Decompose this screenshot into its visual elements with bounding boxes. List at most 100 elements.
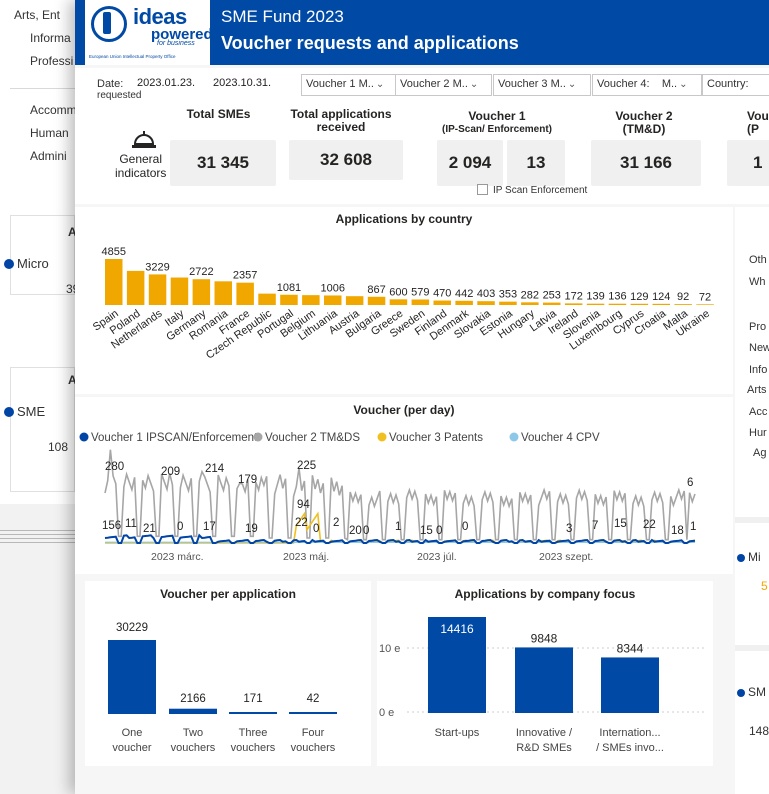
country-bar-label: 403	[477, 288, 495, 300]
total-applications-value: 32 608	[289, 140, 403, 180]
voucher-per-day-panel: Voucher (per day) Voucher 1 IPSCAN/Enfor…	[75, 397, 733, 574]
country-bar-label: 1006	[321, 282, 345, 294]
country-bar	[630, 303, 649, 305]
x-tick-label: voucher	[112, 742, 151, 754]
country-bar	[170, 277, 189, 305]
x-tick-label: Three	[239, 727, 268, 739]
bg-card-value: 108	[48, 440, 69, 454]
voucher2-label: Voucher 2 (TM&D)	[615, 109, 673, 136]
x-tick-label: One	[122, 727, 143, 739]
country-bar	[345, 296, 364, 305]
x-tick-label: 2023 máj.	[283, 551, 329, 563]
chevron-down-icon: ⌄	[679, 79, 688, 90]
bar-value-label: 171	[243, 693, 262, 705]
country-bar-label: 92	[677, 291, 689, 303]
bar-value-label: 42	[307, 693, 320, 705]
focus-bar	[515, 647, 573, 713]
date-filter-sublabel: requested	[97, 90, 142, 101]
x-tick-label: Internation...	[599, 727, 660, 739]
data-label: 11	[125, 518, 137, 530]
voucher2-filter[interactable]: Voucher 2 M.. ⌄	[395, 74, 492, 96]
legend-label: Voucher 4 CPV	[521, 432, 600, 444]
country-bar-label: 136	[608, 291, 626, 303]
country-bar-label: 600	[389, 286, 407, 298]
bg-list-item: Informa	[30, 31, 71, 45]
focus-bar	[601, 657, 659, 713]
bg-divider	[10, 88, 75, 89]
data-label: 156	[102, 520, 121, 532]
data-label: 0	[313, 523, 319, 535]
data-label: 22	[295, 517, 308, 529]
bg-list-item: Accomm	[30, 103, 77, 117]
country-filter[interactable]: Country:	[702, 74, 769, 96]
total-smes-value: 31 345	[170, 140, 276, 186]
report-header: ideas powered for business European Unio…	[75, 0, 769, 65]
x-tick-label: 2023 márc.	[151, 551, 204, 563]
legend-marker	[253, 432, 263, 442]
voucher1-filter[interactable]: Voucher 1 M.. ⌄	[301, 74, 398, 96]
bg-list-item: Human	[30, 126, 69, 140]
main-report: ideas powered for business European Unio…	[75, 0, 769, 794]
voucher1-label: Voucher 1 (IP-Scan/ Enforcement)	[441, 109, 553, 136]
country-bar	[258, 293, 276, 305]
data-label: 18	[671, 525, 684, 537]
report-subtitle: SME Fund 2023	[221, 7, 344, 26]
x-tick-label: / SMEs invo...	[596, 742, 664, 754]
country-bar-label: 353	[499, 289, 517, 301]
data-label: 280	[105, 461, 124, 473]
data-label: 15	[420, 525, 433, 537]
legend-label: Voucher 2 TM&DS	[265, 432, 360, 444]
data-label: 6	[687, 477, 693, 489]
data-label: 1	[690, 521, 696, 533]
country-bar-label: 282	[521, 289, 539, 301]
country-bar-label: 139	[586, 291, 604, 303]
data-label: 0	[177, 521, 183, 533]
bg-list-item: Professi	[30, 54, 74, 68]
data-label: 2	[333, 517, 339, 529]
legend-label: Voucher 3 Patents	[389, 432, 483, 444]
voucher1-value-ipscan: 2 094	[437, 140, 503, 186]
x-tick-label: vouchers	[291, 742, 336, 754]
applications-by-country-panel: Applications by country 4855 3229 2722 2357…	[75, 207, 733, 394]
date-to-input[interactable]: 2023.10.31.	[213, 77, 271, 89]
x-tick-label: Four	[302, 727, 325, 739]
country-bar	[433, 300, 451, 305]
country-bar	[608, 303, 627, 305]
x-tick-label: Start-ups	[435, 727, 480, 739]
legend-marker	[509, 432, 519, 442]
data-label: 21	[143, 523, 156, 535]
country-bar	[652, 303, 670, 305]
data-label: 225	[297, 460, 316, 472]
country-bar	[477, 301, 495, 305]
chevron-down-icon: ⌄	[469, 79, 479, 90]
applications-by-company-focus-panel: Applications by company focus 10 e0 e 144…	[377, 581, 713, 766]
data-label: 20	[349, 525, 362, 537]
report-title: Voucher requests and applications	[221, 33, 519, 53]
country-bar	[411, 299, 430, 305]
building-icon	[132, 131, 156, 148]
country-bar	[696, 304, 714, 305]
country-bar-label: 1081	[277, 282, 301, 294]
ip-scan-enforcement-checkbox[interactable]	[477, 184, 488, 195]
x-tick-label: 2023 szept.	[539, 551, 593, 563]
legend-marker	[377, 432, 387, 442]
date-filter-label: Date:	[97, 78, 124, 90]
bar-value-label: 30229	[116, 622, 148, 634]
data-label: 214	[205, 463, 225, 475]
country-bar	[586, 303, 605, 305]
legend-label: Voucher 1 IPSCAN/Enforcement	[91, 432, 258, 444]
voucher-bar	[229, 712, 277, 714]
country-bar-label: 3229	[145, 261, 169, 273]
x-tick-label: 2023 júl.	[417, 551, 457, 563]
voucher4-filter[interactable]: Voucher 4: M.. ⌄	[592, 74, 702, 96]
country-bar-label: 2722	[189, 266, 213, 278]
voucher3-filter[interactable]: Voucher 3 M.. ⌄	[493, 74, 591, 96]
country-bar	[564, 303, 583, 305]
voucher-bar	[289, 712, 337, 714]
general-indicators-label: General indicators	[115, 152, 167, 180]
country-bar	[192, 279, 211, 305]
voucher-bar	[169, 708, 217, 714]
date-from-input[interactable]: 2023.01.23.	[137, 77, 195, 89]
voucher3-value: 1	[727, 140, 769, 186]
data-label: 1	[395, 521, 401, 533]
